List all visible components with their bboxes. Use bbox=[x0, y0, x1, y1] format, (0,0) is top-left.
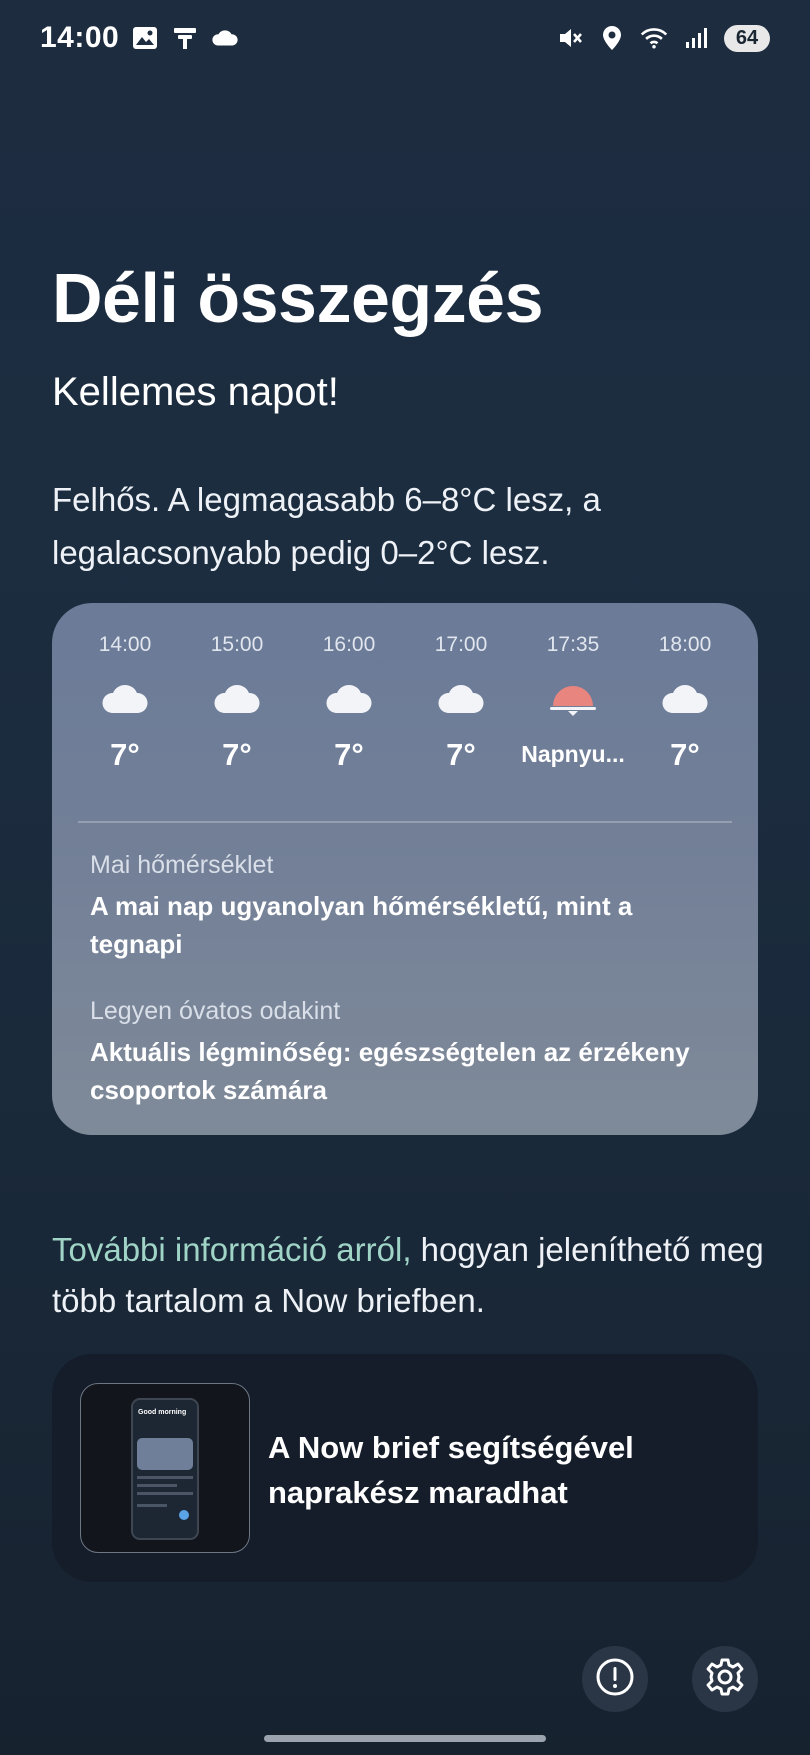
hour-time: 15:00 bbox=[210, 633, 264, 656]
status-bar: 14:00 64 bbox=[0, 0, 810, 76]
hour-column: 18:00 7° bbox=[630, 633, 740, 773]
hour-column: 15:00 7° bbox=[182, 633, 292, 773]
now-brief-card[interactable]: Good morning A Now brief segítségével na… bbox=[52, 1354, 758, 1582]
cloud-icon bbox=[325, 669, 373, 729]
hour-time: 17:35 bbox=[546, 633, 600, 656]
info-label: Mai hőmérséklet bbox=[90, 851, 274, 879]
hour-temp: Napnyu... bbox=[521, 741, 625, 767]
hour-time: 18:00 bbox=[658, 633, 712, 656]
hour-column: 14:00 7° bbox=[70, 633, 180, 773]
info-text: Aktuális légminőség: egészségtelen az ér… bbox=[90, 1037, 690, 1105]
info-label: Legyen óvatos odakint bbox=[90, 997, 341, 1025]
hour-time: 16:00 bbox=[322, 633, 376, 656]
cloud-icon bbox=[437, 669, 485, 729]
greeting: Kellemes napot! bbox=[52, 370, 339, 414]
cloud-icon bbox=[211, 24, 239, 52]
thumbnail-greeting: Good morning bbox=[138, 1409, 187, 1416]
brief-card-text: A Now brief segítségével naprakész marad… bbox=[268, 1430, 634, 1510]
image-icon bbox=[131, 24, 159, 52]
more-info-link[interactable]: További információ arról, bbox=[52, 1231, 412, 1268]
temperature-info: Mai hőmérséklet A mai nap ugyanolyan hőm… bbox=[90, 851, 730, 963]
hour-temp: 7° bbox=[446, 737, 476, 772]
more-info-text: További információ arról, hogyan jelenít… bbox=[52, 1224, 772, 1326]
wifi-icon bbox=[640, 24, 668, 52]
air-quality-info: Legyen óvatos odakint Aktuális légminősé… bbox=[90, 997, 730, 1109]
hour-time: 17:00 bbox=[434, 633, 488, 656]
cloud-icon bbox=[101, 669, 149, 729]
brief-thumbnail: Good morning bbox=[80, 1383, 250, 1553]
sunset-icon bbox=[548, 669, 598, 729]
info-text: A mai nap ugyanolyan hőmérsékletű, mint … bbox=[90, 891, 633, 959]
vpn-icon bbox=[171, 24, 199, 52]
hour-column: 17:35 Napnyu... bbox=[518, 633, 628, 773]
signal-icon bbox=[682, 24, 710, 52]
cloud-icon bbox=[661, 669, 709, 729]
hour-temp: 7° bbox=[334, 737, 364, 772]
status-time: 14:00 bbox=[40, 21, 120, 54]
info-icon bbox=[595, 1657, 635, 1702]
battery-indicator: 64 bbox=[724, 24, 770, 52]
phone-illustration: Good morning bbox=[131, 1398, 199, 1540]
hour-temp: 7° bbox=[222, 737, 252, 772]
hour-temp: 7° bbox=[670, 737, 700, 772]
location-icon bbox=[598, 24, 626, 52]
cloud-icon bbox=[213, 669, 261, 729]
hour-time: 14:00 bbox=[98, 633, 152, 656]
hourly-forecast: 14:00 7° 15:00 7° 16:00 7° 17:00 7° 17:3… bbox=[70, 633, 740, 773]
hour-column: 16:00 7° bbox=[294, 633, 404, 773]
gear-icon bbox=[704, 1656, 746, 1703]
home-indicator[interactable] bbox=[264, 1735, 546, 1742]
hour-temp: 7° bbox=[110, 737, 140, 772]
mute-icon bbox=[556, 24, 584, 52]
feedback-button[interactable] bbox=[582, 1646, 648, 1712]
page-title: Déli összegzés bbox=[52, 259, 544, 337]
settings-button[interactable] bbox=[692, 1646, 758, 1712]
weather-card[interactable]: 14:00 7° 15:00 7° 16:00 7° 17:00 7° 17:3… bbox=[52, 603, 758, 1135]
divider bbox=[78, 821, 732, 823]
weather-summary: Felhős. A legmagasabb 6–8°C lesz, a lega… bbox=[52, 481, 601, 571]
hour-column: 17:00 7° bbox=[406, 633, 516, 773]
